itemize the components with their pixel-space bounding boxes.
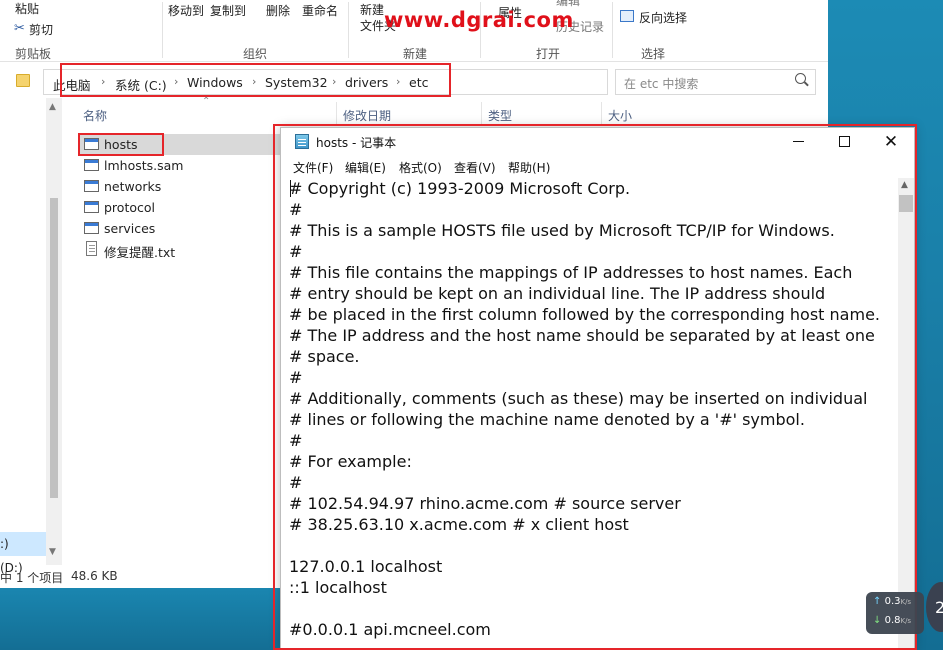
system-file-icon — [84, 201, 99, 213]
file-name[interactable]: services — [104, 221, 155, 236]
column-divider[interactable] — [601, 102, 602, 126]
search-input[interactable]: 在 etc 中搜索 — [615, 69, 816, 95]
column-header-date[interactable]: 修改日期 — [343, 107, 391, 124]
file-row-networks[interactable]: networks — [80, 176, 280, 197]
copy-to-button[interactable]: 复制到 — [210, 2, 246, 19]
notepad-highlight-box — [273, 124, 917, 650]
ribbon-divider — [162, 2, 163, 58]
move-to-button[interactable]: 移动到 — [168, 2, 204, 19]
column-divider[interactable] — [336, 102, 337, 126]
text-file-icon — [86, 241, 97, 256]
scrollbar-thumb[interactable] — [50, 198, 58, 498]
column-header-size[interactable]: 大小 — [608, 107, 632, 124]
system-file-icon — [84, 180, 99, 192]
search-icon[interactable] — [795, 73, 806, 84]
ribbon-divider — [612, 2, 613, 58]
file-row-protocol[interactable]: protocol — [80, 197, 280, 218]
file-row-lmhosts[interactable]: lmhosts.sam — [80, 155, 280, 176]
address-highlight-box — [60, 63, 451, 97]
speed-unit: K/s — [900, 598, 912, 606]
open-group-label: 打开 — [536, 47, 561, 61]
file-name[interactable]: lmhosts.sam — [104, 158, 183, 173]
invert-selection-icon — [620, 10, 634, 22]
scroll-down-icon[interactable]: ▼ — [49, 547, 56, 557]
cut-button[interactable]: 剪切 — [29, 21, 53, 38]
status-selected-count: 中 1 个项目 — [0, 571, 64, 585]
watermark-text: www.dgrai.com — [384, 8, 574, 32]
ribbon-divider — [348, 2, 349, 58]
upload-arrow-icon: ↑ — [873, 596, 882, 607]
system-file-icon — [84, 159, 99, 171]
widget-side-glyph: 2 — [935, 598, 943, 617]
invert-selection-button[interactable]: 反向选择 — [639, 9, 687, 26]
select-group-label: 选择 — [641, 47, 666, 61]
clipboard-group-label: 剪贴板 — [15, 47, 52, 61]
new-group-label: 新建 — [403, 47, 428, 61]
upload-speed: 0.3 — [884, 596, 901, 607]
system-file-icon — [84, 222, 99, 234]
status-bar: 中 1 个项目 48.6 KB — [0, 566, 280, 588]
column-header-type[interactable]: 类型 — [488, 107, 512, 124]
net-speed-widget[interactable]: ↑ 0.3K/s ↓ 0.8K/s — [866, 592, 924, 634]
file-name[interactable]: networks — [104, 179, 161, 194]
sort-arrow-icon: ⌃ — [202, 96, 211, 107]
column-header-name[interactable]: 名称 — [83, 107, 107, 124]
nav-scrollbar[interactable]: ▲ ▼ — [46, 98, 62, 565]
speed-unit: K/s — [900, 617, 912, 625]
rename-button[interactable]: 重命名 — [302, 2, 338, 19]
file-row-readme-txt[interactable]: 修复提醒.txt — [80, 239, 280, 260]
paste-button[interactable]: 粘贴 — [15, 0, 39, 17]
download-arrow-icon: ↓ — [873, 615, 882, 626]
scroll-up-icon[interactable]: ▲ — [49, 102, 56, 112]
status-size: 48.6 KB — [71, 569, 118, 583]
file-name[interactable]: protocol — [104, 200, 155, 215]
hosts-highlight-box — [78, 133, 164, 156]
search-placeholder: 在 etc 中搜索 — [624, 77, 699, 91]
folder-icon — [16, 74, 30, 87]
column-divider[interactable] — [481, 102, 482, 126]
file-name[interactable]: 修复提醒.txt — [104, 242, 175, 261]
scissors-icon: ✂ — [14, 21, 25, 36]
nav-item-fragment[interactable]: :) — [0, 537, 9, 551]
file-row-services[interactable]: services — [80, 218, 280, 239]
desktop-background-bottom — [0, 588, 280, 650]
organize-group-label: 组织 — [243, 47, 268, 61]
download-speed: 0.8 — [884, 615, 901, 626]
delete-button[interactable]: 删除 — [266, 2, 290, 19]
